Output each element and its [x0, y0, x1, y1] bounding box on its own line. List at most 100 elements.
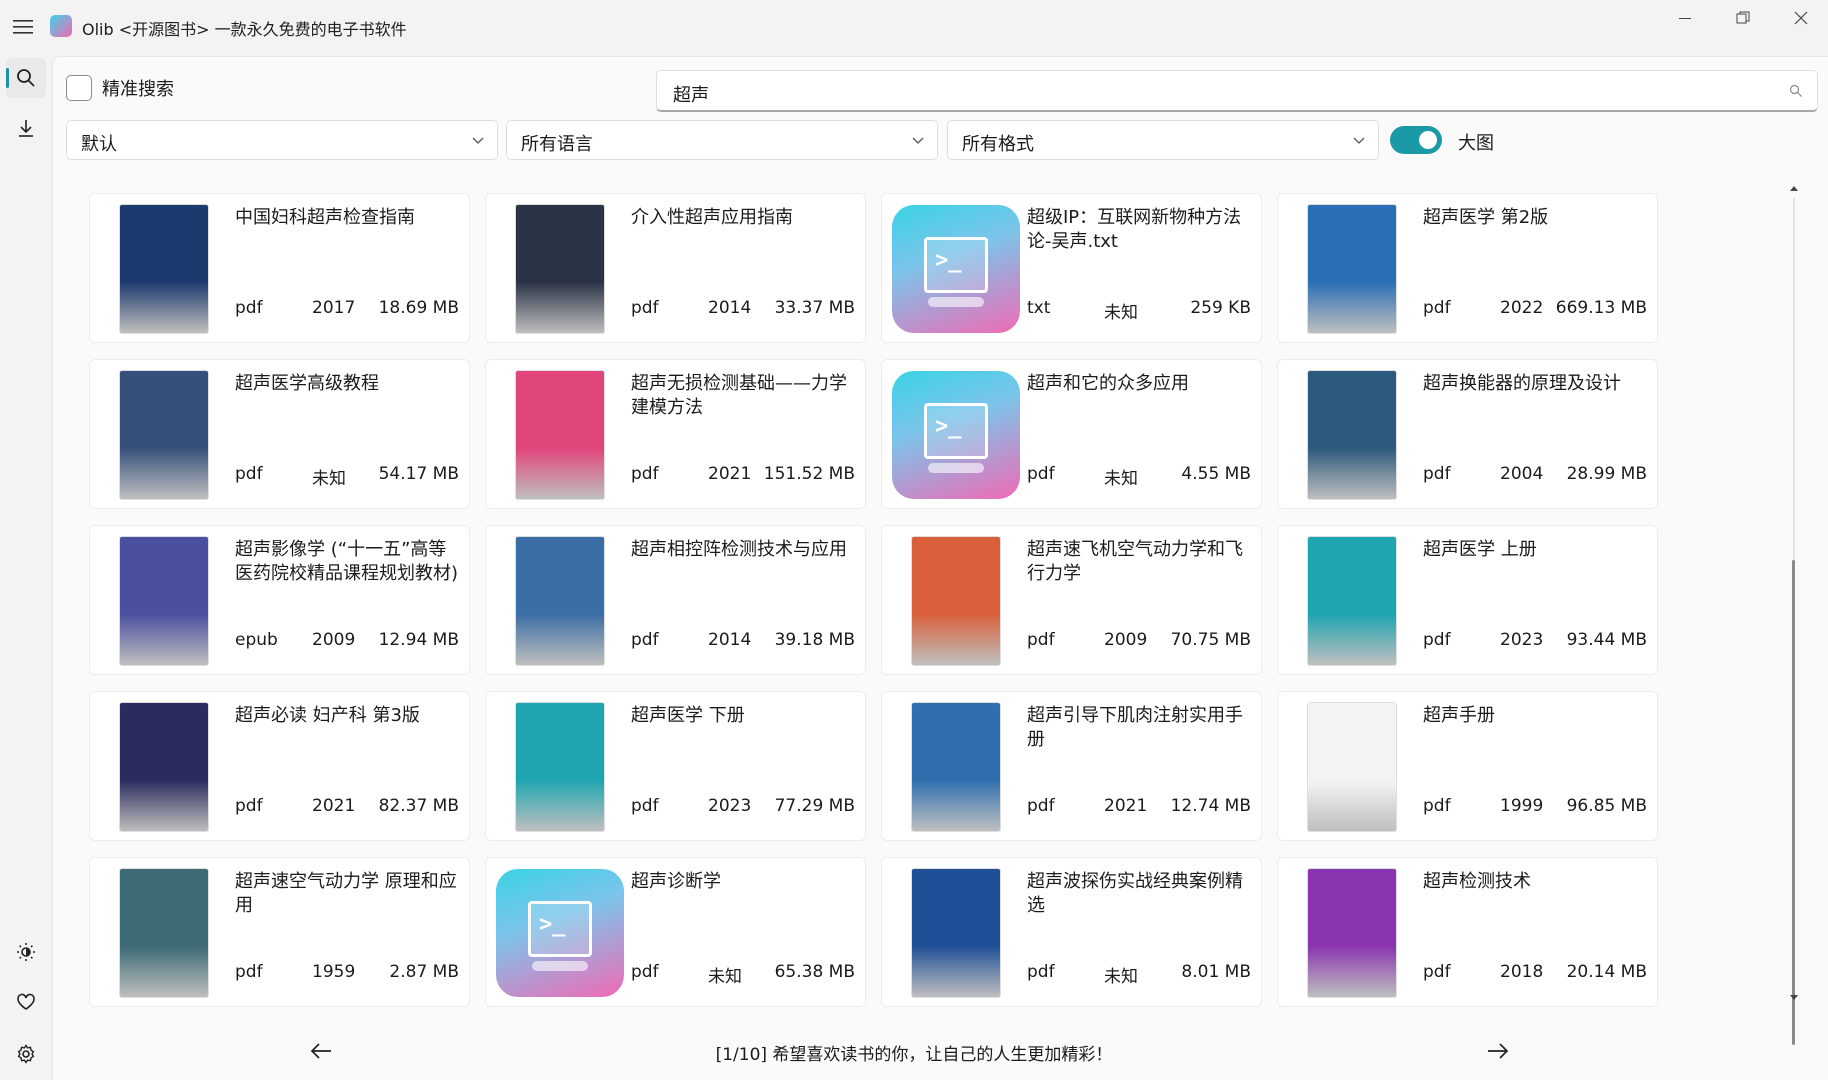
- scroll-down-icon[interactable]: [1786, 990, 1802, 1006]
- book-card[interactable]: 超声无损检测基础——力学建模方法 pdf 2021 151.52 MB: [485, 359, 866, 509]
- large-view-toggle[interactable]: [1390, 126, 1442, 154]
- book-cover-image[interactable]: [120, 869, 208, 997]
- book-title[interactable]: 超声诊断学: [631, 870, 856, 894]
- book-cover-image[interactable]: [120, 371, 208, 499]
- book-title[interactable]: 超声检测技术: [1423, 870, 1648, 894]
- book-title[interactable]: 中国妇科超声检查指南: [235, 206, 460, 230]
- book-year: 2017: [312, 298, 356, 318]
- previous-page-button[interactable]: [306, 1038, 336, 1064]
- book-title[interactable]: 超声必读 妇产科 第3版: [235, 704, 460, 728]
- book-size: 96.85 MB: [1566, 796, 1647, 816]
- exact-search-checkbox[interactable]: [66, 75, 92, 101]
- book-year: 2023: [1500, 630, 1544, 650]
- book-cover-image[interactable]: [120, 205, 208, 333]
- close-button[interactable]: [1772, 0, 1828, 36]
- language-dropdown[interactable]: 所有语言: [506, 120, 938, 160]
- chevron-down-icon: [912, 137, 924, 144]
- book-year: 2009: [312, 630, 356, 650]
- book-cover-image[interactable]: [1308, 537, 1396, 665]
- book-title[interactable]: 超声医学 第2版: [1423, 206, 1648, 230]
- book-cover-image[interactable]: [1308, 371, 1396, 499]
- book-card[interactable]: 超声换能器的原理及设计 pdf 2004 28.99 MB: [1277, 359, 1658, 509]
- book-cover-image[interactable]: [1308, 205, 1396, 333]
- book-title[interactable]: 超声手册: [1423, 704, 1648, 728]
- book-title[interactable]: 超声影像学 (“十一五”高等医药院校精品课程规划教材): [235, 538, 460, 586]
- book-card[interactable]: >_ 超声诊断学 pdf 未知 65.38 MB: [485, 857, 866, 1007]
- book-cover-image[interactable]: [516, 703, 604, 831]
- book-card[interactable]: 超声必读 妇产科 第3版 pdf 2021 82.37 MB: [89, 691, 470, 841]
- book-card[interactable]: 超声医学 上册 pdf 2023 93.44 MB: [1277, 525, 1658, 675]
- book-format: pdf: [1027, 796, 1055, 816]
- book-title[interactable]: 超声医学 上册: [1423, 538, 1648, 562]
- book-card[interactable]: 超声医学 第2版 pdf 2022 669.13 MB: [1277, 193, 1658, 343]
- exact-search-label: 精准搜索: [102, 79, 174, 100]
- book-cover-image[interactable]: [912, 869, 1000, 997]
- book-card[interactable]: 超声速空气动力学 原理和应用 pdf 1959 2.87 MB: [89, 857, 470, 1007]
- book-year: 2021: [312, 796, 356, 816]
- book-cover-image[interactable]: [120, 703, 208, 831]
- book-cover-image[interactable]: [912, 537, 1000, 665]
- format-dropdown[interactable]: 所有格式: [947, 120, 1379, 160]
- book-year: 2009: [1104, 630, 1148, 650]
- sort-dropdown[interactable]: 默认: [66, 120, 498, 160]
- vertical-scrollbar[interactable]: [1786, 180, 1802, 1045]
- book-card[interactable]: 介入性超声应用指南 pdf 2014 33.37 MB: [485, 193, 866, 343]
- theme-toggle-button[interactable]: [6, 932, 46, 972]
- exact-search-toggle[interactable]: 精准搜索: [66, 75, 174, 101]
- language-dropdown-value: 所有语言: [521, 134, 593, 155]
- default-cover-icon: >_: [892, 371, 1020, 499]
- book-size: 82.37 MB: [378, 796, 459, 816]
- book-title[interactable]: 超声引导下肌肉注射实用手册: [1027, 704, 1252, 752]
- search-input[interactable]: 超声: [656, 70, 1818, 112]
- book-cover-image[interactable]: [516, 371, 604, 499]
- search-icon[interactable]: [1789, 84, 1803, 98]
- book-title[interactable]: 超声换能器的原理及设计: [1423, 372, 1648, 396]
- book-year: 2023: [708, 796, 752, 816]
- book-title[interactable]: 介入性超声应用指南: [631, 206, 856, 230]
- book-card[interactable]: >_ 超声和它的众多应用 pdf 未知 4.55 MB: [881, 359, 1262, 509]
- book-card[interactable]: 超声波探伤实战经典案例精选 pdf 未知 8.01 MB: [881, 857, 1262, 1007]
- book-card[interactable]: 超声检测技术 pdf 2018 20.14 MB: [1277, 857, 1658, 1007]
- book-title[interactable]: 超声和它的众多应用: [1027, 372, 1252, 396]
- scrollbar-thumb[interactable]: [1792, 560, 1795, 1045]
- book-card[interactable]: 超声医学 下册 pdf 2023 77.29 MB: [485, 691, 866, 841]
- book-card[interactable]: 超声影像学 (“十一五”高等医药院校精品课程规划教材) epub 2009 12.94…: [89, 525, 470, 675]
- book-card[interactable]: 超声相控阵检测技术与应用 pdf 2014 39.18 MB: [485, 525, 866, 675]
- restore-button[interactable]: [1714, 0, 1772, 36]
- nav-download-button[interactable]: [6, 108, 46, 148]
- favorites-button[interactable]: [6, 982, 46, 1022]
- book-card[interactable]: 超声速飞机空气动力学和飞行力学 pdf 2009 70.75 MB: [881, 525, 1262, 675]
- menu-button[interactable]: [8, 12, 38, 42]
- minimize-button[interactable]: [1656, 0, 1714, 36]
- book-year: 2014: [708, 630, 752, 650]
- book-format: pdf: [235, 962, 263, 982]
- book-card[interactable]: >_ 超级IP：互联网新物种方法论-吴声.txt txt 未知 259 KB: [881, 193, 1262, 343]
- book-cover-image[interactable]: [1308, 703, 1396, 831]
- scroll-up-icon[interactable]: [1786, 180, 1802, 196]
- book-cover-image[interactable]: [516, 537, 604, 665]
- nav-search-button[interactable]: [6, 58, 46, 98]
- book-title[interactable]: 超声速飞机空气动力学和飞行力学: [1027, 538, 1252, 586]
- book-card[interactable]: 超声引导下肌肉注射实用手册 pdf 2021 12.74 MB: [881, 691, 1262, 841]
- next-page-button[interactable]: [1483, 1038, 1513, 1064]
- book-cover-image[interactable]: [120, 537, 208, 665]
- book-card[interactable]: 超声手册 pdf 1999 96.85 MB: [1277, 691, 1658, 841]
- book-format: pdf: [1027, 630, 1055, 650]
- book-title[interactable]: 超级IP：互联网新物种方法论-吴声.txt: [1027, 206, 1252, 254]
- book-format: pdf: [631, 464, 659, 484]
- book-title[interactable]: 超声相控阵检测技术与应用: [631, 538, 856, 562]
- download-icon: [19, 120, 33, 137]
- book-card[interactable]: 中国妇科超声检查指南 pdf 2017 18.69 MB: [89, 193, 470, 343]
- book-title[interactable]: 超声波探伤实战经典案例精选: [1027, 870, 1252, 918]
- book-title[interactable]: 超声无损检测基础——力学建模方法: [631, 372, 856, 420]
- default-cover-icon: >_: [496, 869, 624, 997]
- book-year: 2021: [1104, 796, 1148, 816]
- book-card[interactable]: 超声医学高级教程 pdf 未知 54.17 MB: [89, 359, 470, 509]
- book-title[interactable]: 超声速空气动力学 原理和应用: [235, 870, 460, 918]
- book-title[interactable]: 超声医学高级教程: [235, 372, 460, 396]
- book-title[interactable]: 超声医学 下册: [631, 704, 856, 728]
- book-cover-image[interactable]: [516, 205, 604, 333]
- book-cover-image[interactable]: [1308, 869, 1396, 997]
- book-cover-image[interactable]: [912, 703, 1000, 831]
- book-size: 669.13 MB: [1555, 298, 1647, 318]
